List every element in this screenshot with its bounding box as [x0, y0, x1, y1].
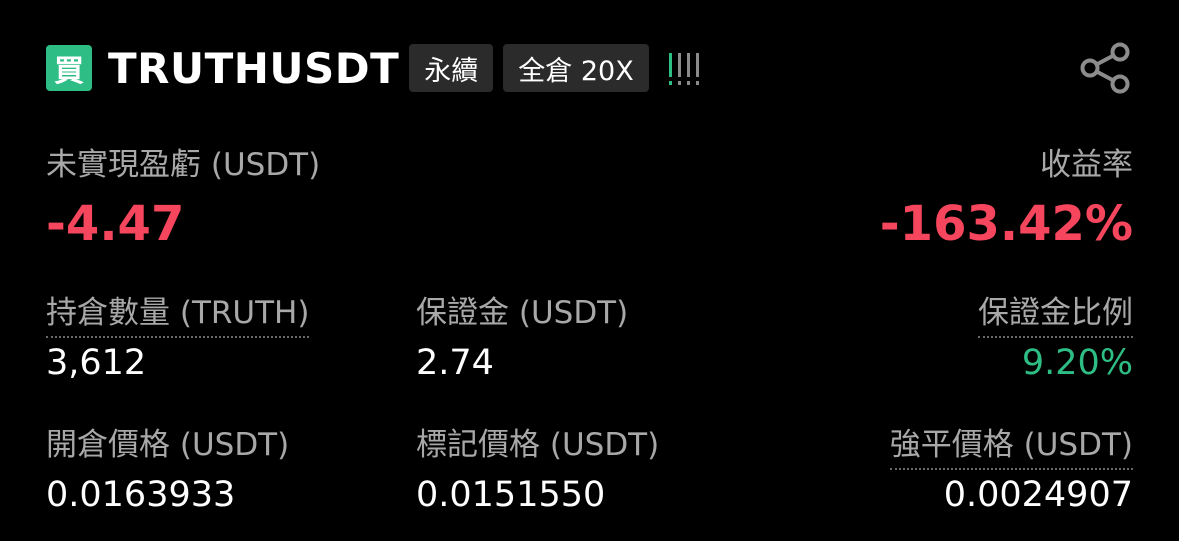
margin-value: 2.74: [416, 343, 494, 383]
risk-bar: [677, 53, 681, 85]
margin-ratio-value: 9.20%: [1021, 343, 1133, 383]
share-icon[interactable]: [1078, 42, 1132, 94]
entry-price-label: 開倉價格 (USDT): [46, 427, 290, 463]
unrealized-pnl-label: 未實現盈虧 (USDT): [46, 147, 321, 183]
liquidation-price-label[interactable]: 強平價格 (USDT): [889, 419, 1133, 470]
risk-bar: [686, 53, 690, 85]
entry-price-value: 0.0163933: [46, 475, 236, 515]
unrealized-pnl-value: -4.47: [46, 196, 185, 252]
risk-bar: [695, 53, 699, 85]
position-size-label[interactable]: 持倉數量 (TRUTH): [46, 287, 310, 338]
margin-label: 保證金 (USDT): [416, 295, 629, 331]
position-header: 買 TRUTHUSDT 永續 全倉 20X: [46, 43, 699, 93]
position-size-value: 3,612: [46, 343, 147, 383]
risk-level-icon: [668, 51, 699, 85]
mark-price-value: 0.0151550: [416, 475, 606, 515]
mark-price-label: 標記價格 (USDT): [416, 427, 660, 463]
liquidation-price-value: 0.0024907: [943, 475, 1133, 515]
risk-bar: [668, 53, 672, 85]
symbol-title: TRUTHUSDT: [108, 43, 400, 93]
contract-type-tag: 永續: [409, 44, 494, 92]
roe-label: 收益率: [1040, 147, 1133, 183]
roe-value: -163.42%: [879, 196, 1133, 252]
margin-mode-tag[interactable]: 全倉 20X: [503, 44, 649, 92]
margin-ratio-label[interactable]: 保證金比例: [978, 287, 1133, 338]
buy-side-badge: 買: [46, 45, 92, 91]
